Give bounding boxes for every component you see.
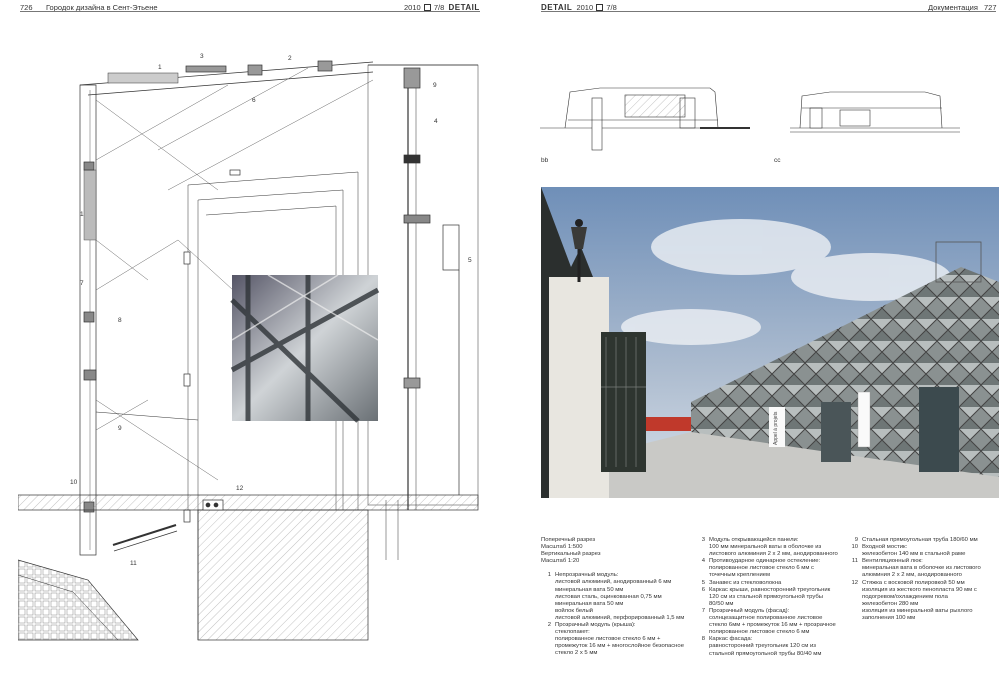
- caption-item-11: 11 Вентиляционный люк: минеральная вата в…: [848, 558, 996, 579]
- callout-7: 7: [80, 280, 84, 287]
- caption-text: Прозрачный модуль (крыша): стеклопакет: …: [555, 622, 684, 657]
- caption-number: 9: [854, 537, 858, 543]
- building-photo: Appel à projets: [541, 187, 999, 498]
- caption-number: 3: [701, 537, 705, 543]
- callout-3: 3: [200, 53, 204, 60]
- captions-column-2: 3 Модуль открывающейся панели: 100 мм мин…: [695, 537, 850, 658]
- callout-2: 2: [288, 55, 292, 62]
- left-header-rule: [20, 11, 480, 12]
- caption-number: 5: [701, 579, 705, 586]
- caption-item-2: 2 Прозрачный модуль (крыша): стеклопакет:…: [541, 622, 691, 657]
- right-header-rule: [541, 11, 996, 12]
- caption-item-12: 12 Стяжка с восковой полировкой 50 мм изо…: [848, 580, 996, 623]
- caption-text: Входной мостик: железобетон 140 мм в ста…: [862, 544, 966, 558]
- issue-square-icon: [423, 3, 431, 11]
- callout-1: 1: [158, 64, 162, 71]
- callout-9b: 9: [433, 82, 437, 89]
- caption-text: Вентиляционный люк: минеральная вата в о…: [862, 558, 981, 579]
- caption-item-8: 8 Каркас фасада: равносторонний треугольн…: [695, 636, 850, 657]
- caption-intro: Поперечный разрез Масштаб 1:500 Вертикал…: [541, 537, 601, 565]
- caption-item-5: 5 Занавес из стекловолокна: [695, 580, 850, 587]
- caption-number: 10: [851, 544, 858, 551]
- caption-text: Каркас фасада: равносторонний треугольни…: [709, 636, 822, 657]
- callout-1b: 1: [80, 211, 84, 218]
- section-label-bb: bb: [541, 157, 549, 164]
- caption-item-4: 4 Противоударное одинарное остекление: по…: [695, 558, 850, 579]
- caption-number: 6: [701, 586, 705, 593]
- facade-detail-inset-photo: [230, 274, 380, 423]
- captions-column-3: 9 Стальная прямоугольная труба 180/60 мм …: [848, 537, 996, 622]
- caption-text: Стяжка с восковой полировкой 50 мм изоля…: [862, 579, 977, 622]
- callout-12: 12: [236, 485, 244, 492]
- caption-number: 2: [547, 622, 551, 629]
- caption-text: Непрозрачный модуль: листовой алюминий, …: [555, 572, 685, 621]
- callout-9: 9: [118, 425, 122, 432]
- vertical-section-drawing: 1 2 3 4 5 6 7 8 9 10 11 12 9 1: [18, 53, 479, 641]
- caption-text: Каркас крыши, равносторонний треугольник…: [709, 586, 831, 607]
- banner-sign: Appel à projets: [773, 411, 779, 445]
- caption-text: Противоударное одинарное остекление: пол…: [709, 558, 821, 579]
- caption-number: 1: [547, 572, 551, 579]
- caption-number: 11: [851, 558, 858, 565]
- caption-item-1: 1 Непрозрачный модуль: листовой алюминий,…: [541, 572, 691, 622]
- cross-sections-drawing: [540, 87, 960, 151]
- captions-column-1: Поперечный разрез Масштаб 1:500 Вертикал…: [541, 537, 691, 658]
- caption-text: Модуль открывающейся панели: 100 мм мине…: [709, 537, 838, 558]
- issue-square-icon: [596, 3, 604, 11]
- caption-item-7: 7 Прозрачный модуль (фасад): солнцезащитн…: [695, 608, 850, 636]
- caption-text: Прозрачный модуль (фасад): солнцезащитно…: [709, 607, 836, 636]
- caption-number: 7: [701, 607, 705, 614]
- caption-number: 4: [701, 558, 705, 565]
- callout-10: 10: [70, 479, 78, 486]
- caption-item-10: 10 Входной мостик: железобетон 140 мм в с…: [848, 544, 996, 558]
- callout-4: 4: [434, 118, 438, 125]
- callout-8: 8: [118, 317, 122, 324]
- callout-6: 6: [252, 97, 256, 104]
- callout-11: 11: [130, 560, 137, 567]
- caption-number: 8: [701, 636, 705, 643]
- caption-text: Занавес из стекловолокна: [709, 579, 782, 586]
- caption-number: 12: [851, 579, 858, 586]
- section-label-cc: cc: [774, 157, 781, 164]
- caption-item-6: 6 Каркас крыши, равносторонний треугольни…: [695, 587, 850, 608]
- callout-5: 5: [468, 257, 472, 264]
- caption-item-3: 3 Модуль открывающейся панели: 100 мм мин…: [695, 537, 850, 558]
